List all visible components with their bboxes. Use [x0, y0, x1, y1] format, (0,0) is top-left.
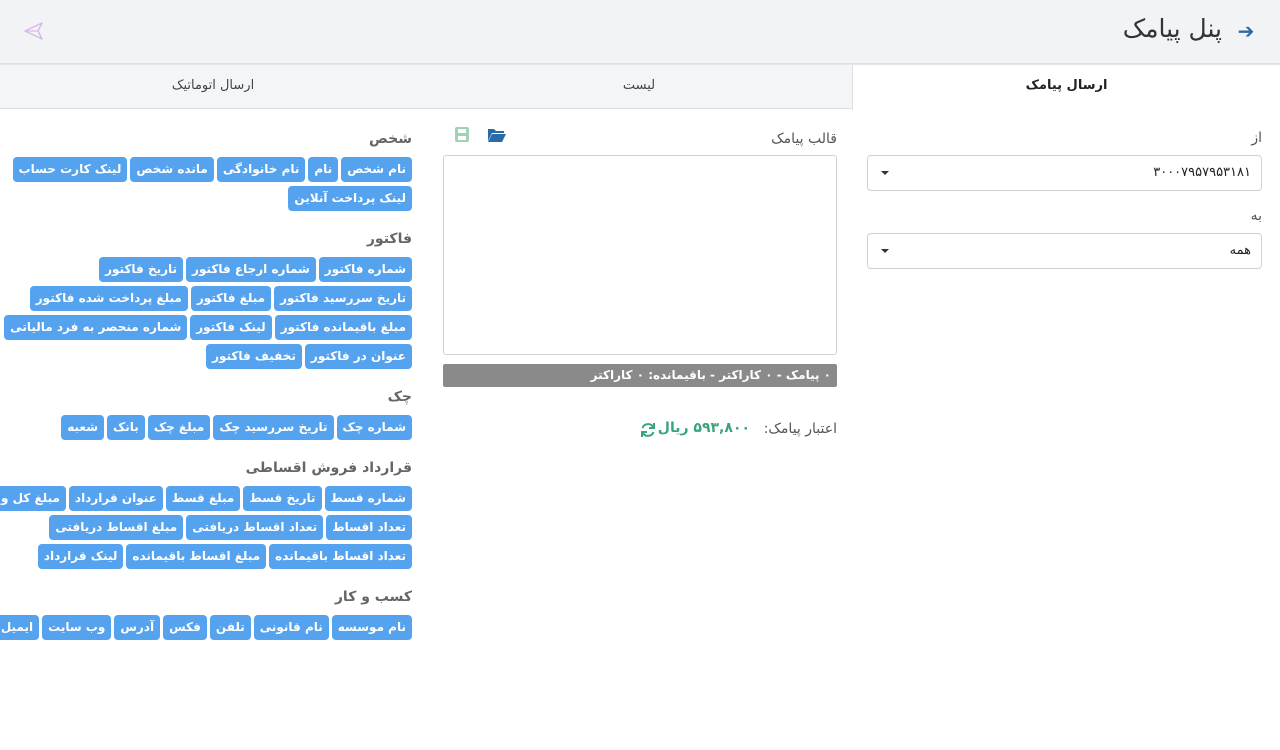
placeholder-chip[interactable]: تلفن — [209, 615, 251, 640]
placeholder-chip[interactable]: بانک — [107, 415, 145, 440]
placeholder-chip[interactable]: مبلغ پرداخت شده فاکتور — [29, 286, 188, 311]
placeholder-chip[interactable]: مانده شخص — [130, 157, 214, 182]
template-label: قالب پیامک — [771, 131, 837, 147]
group-title-installment: قرارداد فروش اقساطی — [245, 460, 412, 476]
placeholder-chip[interactable]: نام — [308, 157, 339, 182]
placeholder-chip[interactable]: تعداد اقساط باقیمانده — [269, 544, 412, 569]
placeholder-chip[interactable]: تعداد اقساط — [326, 515, 412, 540]
placeholder-chip[interactable]: نام شخص — [341, 157, 412, 182]
caret-down-icon — [881, 171, 889, 175]
to-label: به — [1250, 208, 1262, 224]
from-value: ۳۰۰۰۷۹۵۷۹۵۳۱۸۱ — [1153, 165, 1251, 180]
placeholder-chip[interactable]: تعداد اقساط دریافتی — [186, 515, 324, 540]
page-title: پنل پیامک — [1122, 14, 1222, 43]
chip-row: نام شخص نام نام خانوادگی مانده شخص لینک … — [12, 157, 412, 182]
placeholder-chip[interactable]: شماره منحصر به فرد مالیاتی — [4, 315, 188, 340]
credit-label: اعتبار پیامک: — [763, 421, 837, 437]
placeholder-chip[interactable]: تاریخ سررسید فاکتور — [274, 286, 412, 311]
placeholder-chip[interactable]: نام قانونی — [253, 615, 329, 640]
template-textarea[interactable] — [443, 155, 837, 355]
chip-row: شماره چک تاریخ سررسید چک مبلغ چک بانک شع… — [61, 415, 412, 440]
placeholder-chip[interactable]: لینک پرداخت آنلاین — [288, 186, 412, 211]
placeholder-chip[interactable]: شماره ارجاع فاکتور — [186, 257, 316, 282]
chip-row: شماره قسط تاریخ قسط مبلغ قسط عنوان قرارد… — [0, 486, 412, 511]
placeholder-chip[interactable]: مبلغ باقیمانده فاکتور — [274, 315, 412, 340]
refresh-icon[interactable] — [639, 421, 657, 439]
tab-auto-send[interactable]: ارسال اتوماتیک — [0, 65, 426, 109]
placeholder-chip[interactable]: شماره قسط — [324, 486, 412, 511]
placeholder-chip[interactable]: عنوان قرارداد — [68, 486, 163, 511]
group-title-invoice: فاکتور — [366, 231, 412, 247]
placeholder-chip[interactable]: تاریخ فاکتور — [99, 257, 184, 282]
paper-plane-icon[interactable] — [22, 20, 44, 42]
placeholder-chip[interactable]: مبلغ اقساط باقیمانده — [126, 544, 267, 569]
folder-open-icon[interactable] — [487, 126, 507, 144]
placeholder-chip[interactable]: فکس — [163, 615, 207, 640]
placeholder-chip[interactable]: آدرس — [114, 615, 161, 640]
placeholder-chip[interactable]: تاریخ سررسید چک — [213, 415, 334, 440]
from-select[interactable]: ۳۰۰۰۷۹۵۷۹۵۳۱۸۱ — [867, 155, 1262, 191]
chip-row: تعداد اقساط باقیمانده مبلغ اقساط باقیمان… — [37, 544, 412, 569]
tab-send-sms[interactable]: ارسال پیامک — [852, 65, 1280, 110]
placeholder-chip[interactable]: لینک فاکتور — [190, 315, 272, 340]
arrow-right-icon[interactable]: ➔ — [1234, 18, 1258, 44]
chip-row: مبلغ باقیمانده فاکتور لینک فاکتور شماره … — [4, 315, 412, 340]
placeholder-chip[interactable]: تخفیف فاکتور — [206, 344, 302, 369]
placeholder-chip[interactable]: شماره چک — [336, 415, 412, 440]
character-counter: ۰ پیامک - ۰ کاراکتر - باقیمانده: ۰ کاراک… — [443, 364, 837, 387]
placeholder-chip[interactable]: عنوان در فاکتور — [304, 344, 412, 369]
placeholder-chip[interactable]: شماره فاکتور — [318, 257, 412, 282]
top-bar: ➔ پنل پیامک — [0, 0, 1280, 64]
tab-list[interactable]: لیست — [426, 65, 852, 109]
chip-row: عنوان در فاکتور تخفیف فاکتور — [206, 344, 412, 369]
placeholder-chip[interactable]: نام خانوادگی — [216, 157, 306, 182]
chip-row: تعداد اقساط تعداد اقساط دریافتی مبلغ اقس… — [49, 515, 412, 540]
placeholder-chip[interactable]: مبلغ فاکتور — [190, 286, 272, 311]
placeholder-chip[interactable]: مبلغ چک — [147, 415, 211, 440]
chip-row: نام موسسه نام قانونی تلفن فکس آدرس وب سا… — [0, 615, 412, 640]
group-title-business: کسب و کار — [334, 589, 412, 605]
chip-row: شماره فاکتور شماره ارجاع فاکتور تاریخ فا… — [99, 257, 412, 282]
placeholder-chip[interactable]: نام موسسه — [331, 615, 412, 640]
to-value: همه — [1229, 243, 1251, 258]
caret-down-icon — [881, 249, 889, 253]
placeholder-chip[interactable]: ایمیل — [0, 615, 40, 640]
placeholder-chip[interactable]: مبلغ کل وام — [0, 486, 66, 511]
placeholder-chip[interactable]: تاریخ قسط — [243, 486, 322, 511]
credit-value: ۵۹۳,۸۰۰ ریال — [657, 420, 750, 436]
group-title-person: شخص — [369, 131, 412, 147]
placeholder-chip[interactable]: لینک کارت حساب — [12, 157, 128, 182]
chip-row: تاریخ سررسید فاکتور مبلغ فاکتور مبلغ پرد… — [29, 286, 412, 311]
placeholder-chip[interactable]: وب سایت — [42, 615, 112, 640]
placeholder-chip[interactable]: مبلغ قسط — [165, 486, 241, 511]
from-label: از — [1251, 130, 1262, 146]
group-title-cheque: چک — [387, 389, 412, 405]
chip-row: لینک پرداخت آنلاین — [288, 186, 412, 211]
to-select[interactable]: همه — [867, 233, 1262, 269]
save-icon[interactable] — [452, 126, 472, 144]
placeholder-chip[interactable]: مبلغ اقساط دریافتی — [49, 515, 184, 540]
tab-bar: ارسال پیامک لیست ارسال اتوماتیک — [0, 64, 1280, 110]
placeholder-chip[interactable]: شعبه — [61, 415, 104, 440]
placeholder-chip[interactable]: لینک قرارداد — [37, 544, 124, 569]
